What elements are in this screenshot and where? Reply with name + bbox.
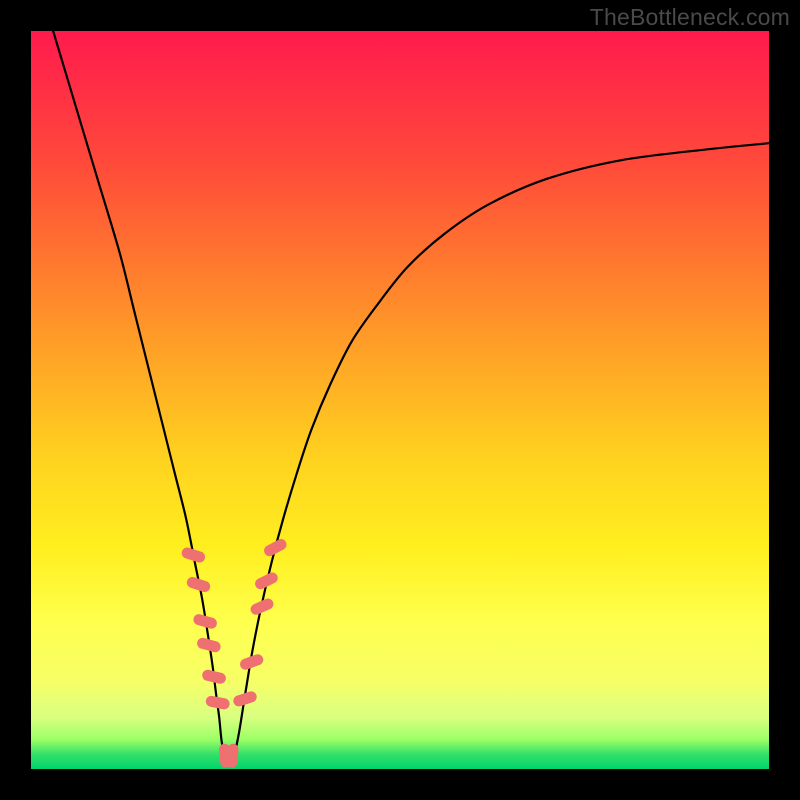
plot-area <box>31 31 769 769</box>
curve-right-branch <box>234 143 769 758</box>
curve-layer <box>31 31 769 769</box>
curve-left-branch <box>53 31 224 758</box>
watermark-text: TheBottleneck.com <box>590 4 790 31</box>
data-marker <box>205 695 231 710</box>
data-marker <box>180 546 206 564</box>
data-marker <box>201 669 227 685</box>
data-marker <box>262 537 288 558</box>
chart-frame: TheBottleneck.com <box>0 0 800 800</box>
